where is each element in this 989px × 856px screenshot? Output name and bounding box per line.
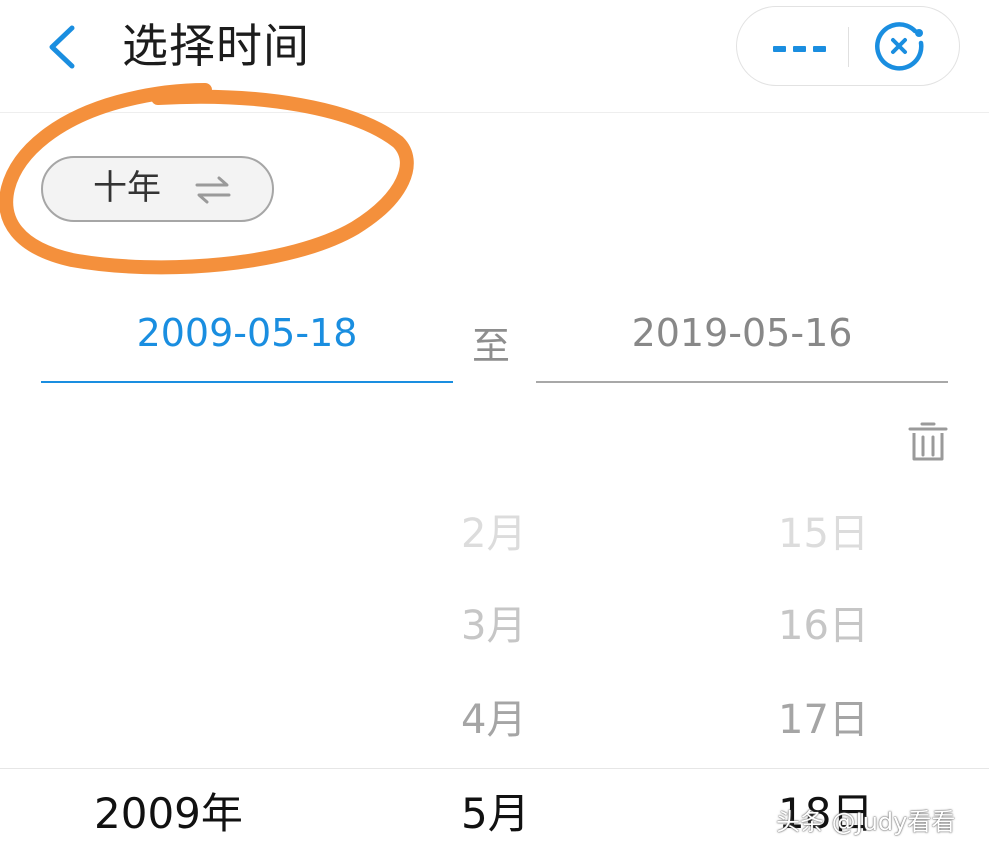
more-dots-icon — [773, 46, 786, 52]
picker-month-item[interactable]: 3月 — [461, 600, 526, 652]
close-circle-icon — [875, 22, 924, 71]
range-separator: 至 — [472, 324, 511, 368]
picker-day-item[interactable]: 15日 — [778, 508, 869, 560]
back-button[interactable] — [38, 20, 88, 74]
end-date-field[interactable]: 2019-05-16 — [536, 305, 948, 383]
mini-program-capsule — [736, 6, 960, 86]
start-date-field[interactable]: 2009-05-18 — [41, 305, 453, 383]
trash-icon — [908, 422, 948, 461]
watermark: 头条 @Judy看看 — [776, 808, 956, 836]
picker-selection-line — [0, 768, 989, 769]
range-toggle-button[interactable]: 十年 — [41, 156, 274, 222]
picker-month-item[interactable]: 4月 — [461, 694, 526, 746]
nav-bar: 选择时间 — [0, 0, 989, 113]
picker-month-selected[interactable]: 5月 — [461, 788, 530, 840]
close-button[interactable] — [871, 19, 931, 75]
picker-day-item[interactable]: 16日 — [778, 600, 869, 652]
picker-day-item[interactable]: 17日 — [778, 694, 869, 746]
chevron-left-icon — [49, 25, 75, 69]
picker-year-selected[interactable]: 2009年 — [94, 788, 243, 840]
swap-icon — [195, 176, 231, 204]
page-title: 选择时间 — [122, 19, 310, 73]
more-button[interactable] — [755, 19, 845, 73]
picker-month-item[interactable]: 2月 — [461, 508, 526, 560]
capsule-divider — [848, 27, 849, 67]
clear-button[interactable] — [906, 421, 950, 465]
range-label: 十年 — [93, 168, 161, 208]
